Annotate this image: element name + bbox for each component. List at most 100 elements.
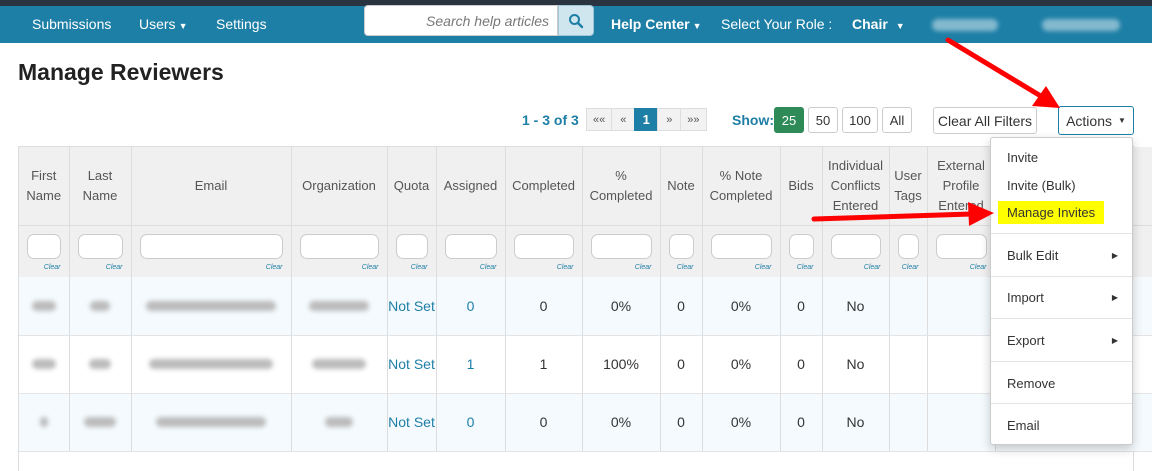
col-header-completed[interactable]: Completed xyxy=(505,147,583,226)
cell-user-tags xyxy=(889,277,928,336)
filter-clear-link[interactable]: Clear xyxy=(411,264,428,271)
actions-label: Actions xyxy=(1066,112,1112,129)
col-header-note[interactable]: Note xyxy=(660,147,703,226)
menu-item-invite-bulk[interactable]: Invite (Bulk) xyxy=(1007,178,1076,193)
redacted-text xyxy=(312,359,366,369)
menu-item-email[interactable]: Email xyxy=(1007,418,1040,433)
filter-clear-link[interactable]: Clear xyxy=(362,264,379,271)
clear-all-filters-button[interactable]: Clear All Filters xyxy=(933,107,1037,134)
record-range: 1 - 3 of 3 xyxy=(522,112,579,128)
col-header-first-name[interactable]: First Name xyxy=(19,147,70,226)
filter-input[interactable] xyxy=(395,233,428,259)
filter-input[interactable] xyxy=(668,233,694,259)
page-first-button[interactable]: «« xyxy=(586,108,613,131)
filter-clear-link[interactable]: Clear xyxy=(970,264,987,271)
col-header-pct-note-completed[interactable]: % Note Completed xyxy=(702,147,781,226)
quota-link[interactable]: Not Set xyxy=(388,414,435,430)
col-header-external-profile[interactable]: External Profile Entered xyxy=(927,147,996,226)
filter-clear-link[interactable]: Clear xyxy=(677,264,694,271)
redacted-text xyxy=(31,300,56,311)
caret-down-icon: ▼ xyxy=(692,21,702,31)
menu-item-bulk-edit[interactable]: Bulk Edit xyxy=(1007,248,1058,263)
filter-clear-link[interactable]: Clear xyxy=(902,264,919,271)
user-menu-secondary[interactable] xyxy=(1042,19,1120,31)
filter-input[interactable] xyxy=(299,233,379,259)
col-header-assigned[interactable]: Assigned xyxy=(436,147,506,226)
page-current-button[interactable]: 1 xyxy=(634,108,659,131)
filter-clear-link[interactable]: Clear xyxy=(44,264,61,271)
filter-input[interactable] xyxy=(513,233,574,259)
nav-users-label: Users xyxy=(139,16,176,32)
menu-item-export[interactable]: Export xyxy=(1007,333,1045,348)
menu-divider xyxy=(991,361,1132,362)
filter-clear-link[interactable]: Clear xyxy=(635,264,652,271)
filter-input[interactable] xyxy=(830,233,881,259)
assigned-link[interactable]: 1 xyxy=(467,356,475,372)
search-button[interactable] xyxy=(558,5,594,36)
nav-users[interactable]: Users ▼ xyxy=(139,16,187,32)
quota-link[interactable]: Not Set xyxy=(388,356,435,372)
menu-item-import[interactable]: Import xyxy=(1007,290,1044,305)
col-header-last-name[interactable]: Last Name xyxy=(69,147,132,226)
help-center-menu[interactable]: Help Center ▼ xyxy=(611,16,702,32)
page-size-50[interactable]: 50 xyxy=(808,107,838,133)
menu-item-invite[interactable]: Invite xyxy=(1007,150,1038,165)
col-header-pct-completed[interactable]: % Completed xyxy=(582,147,661,226)
cell-first-name xyxy=(19,335,70,394)
filter-input[interactable] xyxy=(77,233,123,259)
col-header-conflicts[interactable]: Individual Conflicts Entered xyxy=(822,147,890,226)
cell-email xyxy=(131,277,292,336)
filter-cell: Clear xyxy=(660,225,703,277)
cell-pct-note: 0% xyxy=(702,335,781,394)
menu-item-manage-invites[interactable]: Manage Invites xyxy=(998,201,1105,224)
assigned-link[interactable]: 0 xyxy=(467,414,475,430)
filter-input[interactable] xyxy=(27,233,61,259)
col-header-quota[interactable]: Quota xyxy=(387,147,437,226)
help-search xyxy=(364,5,558,36)
page-prev-button[interactable]: « xyxy=(611,108,636,131)
cell-email xyxy=(131,335,292,394)
reviewers-table: First Name Last Name Email Organization … xyxy=(18,146,1152,471)
role-dropdown[interactable]: Chair ▼ xyxy=(852,16,905,32)
filter-input[interactable] xyxy=(590,233,652,259)
filter-clear-link[interactable]: Clear xyxy=(106,264,123,271)
page-next-button[interactable]: » xyxy=(657,108,682,131)
page-size-all[interactable]: All xyxy=(882,107,912,133)
actions-menu: Invite Invite (Bulk) Manage Invites Bulk… xyxy=(990,137,1133,445)
filter-clear-link[interactable]: Clear xyxy=(797,264,814,271)
search-icon xyxy=(569,13,584,28)
filter-clear-link[interactable]: Clear xyxy=(755,264,772,271)
redacted-text xyxy=(325,417,353,427)
nav-submissions[interactable]: Submissions xyxy=(32,16,111,32)
quota-link[interactable]: Not Set xyxy=(388,298,435,314)
page-size-25[interactable]: 25 xyxy=(774,107,804,133)
cell-last-name xyxy=(69,393,132,452)
user-menu[interactable] xyxy=(932,19,998,31)
page-last-button[interactable]: »» xyxy=(680,108,707,131)
filter-input[interactable] xyxy=(788,233,814,259)
cell-assigned: 0 xyxy=(436,393,506,452)
filter-input[interactable] xyxy=(444,233,497,259)
filter-clear-link[interactable]: Clear xyxy=(557,264,574,271)
col-header-user-tags[interactable]: User Tags xyxy=(889,147,928,226)
nav-settings[interactable]: Settings xyxy=(216,16,267,32)
filter-clear-link[interactable]: Clear xyxy=(266,264,283,271)
menu-item-remove[interactable]: Remove xyxy=(1007,376,1055,391)
page-size-100[interactable]: 100 xyxy=(842,107,878,133)
filter-input[interactable] xyxy=(710,233,772,259)
help-search-input[interactable] xyxy=(365,6,557,35)
col-header-bids[interactable]: Bids xyxy=(780,147,823,226)
filter-clear-link[interactable]: Clear xyxy=(480,264,497,271)
cell-bids: 0 xyxy=(780,393,823,452)
filter-input[interactable] xyxy=(897,233,919,259)
col-header-email[interactable]: Email xyxy=(131,147,292,226)
filter-cell: Clear xyxy=(822,225,890,277)
assigned-link[interactable]: 0 xyxy=(467,298,475,314)
redacted-text xyxy=(149,359,273,369)
actions-button[interactable]: Actions ▼ xyxy=(1058,106,1134,135)
filter-input[interactable] xyxy=(139,233,283,259)
filter-input[interactable] xyxy=(935,233,987,259)
filter-clear-link[interactable]: Clear xyxy=(864,264,881,271)
col-header-organization[interactable]: Organization xyxy=(291,147,388,226)
cell-conflicts: No xyxy=(822,335,890,394)
